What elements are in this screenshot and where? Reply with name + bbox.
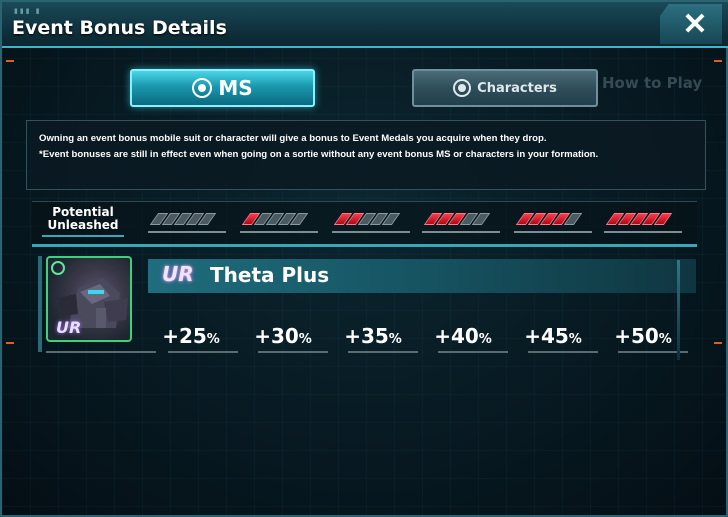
description-line: Owning an event bonus mobile suit or cha… (39, 133, 547, 144)
stage-underline (240, 231, 318, 233)
potential-slashes (240, 213, 320, 225)
crosshair-icon (453, 79, 472, 97)
bonus-underline (168, 351, 238, 353)
potential-label-underline (42, 235, 124, 237)
potential-stage (422, 213, 502, 235)
title-bar: ▮▮▮ ▮ Event Bonus Details (2, 2, 728, 48)
rarity-badge: UR (56, 318, 82, 337)
potential-stage (332, 213, 412, 235)
potential-label-line2: Unleashed (47, 218, 119, 232)
potential-label: Potential Unleashed (42, 206, 124, 232)
potential-slashes (332, 213, 412, 225)
potential-stage (604, 213, 684, 235)
potential-stage (514, 213, 594, 235)
rarity-icon: UR (162, 262, 194, 286)
row-edge (677, 260, 680, 360)
bonus-value: +40% (424, 324, 502, 348)
element-icon (51, 261, 65, 275)
frame-marker (6, 342, 14, 344)
stage-underline (604, 231, 682, 233)
bonus-number: +35 (344, 324, 389, 348)
bonus-number: +45 (524, 324, 569, 348)
description-note: *Event bonuses are still in effect even … (39, 149, 599, 160)
potential-stage (240, 213, 320, 235)
bonus-unit: % (298, 332, 312, 347)
bonus-underline (258, 351, 328, 353)
title-decoration: ▮▮▮ ▮ (14, 7, 42, 15)
potential-slashes (604, 213, 684, 225)
bonus-unit: % (388, 332, 402, 347)
close-icon: ✕ (682, 7, 708, 41)
bonus-value: +30% (244, 324, 322, 348)
bonus-unit: % (478, 332, 492, 347)
bonus-number: +25 (162, 324, 207, 348)
bonus-number: +30 (254, 324, 299, 348)
frame-marker (714, 342, 722, 344)
tab-ms[interactable]: MS (130, 69, 315, 107)
bonus-unit: % (658, 332, 672, 347)
bonus-number: +40 (434, 324, 479, 348)
frame-marker (714, 60, 722, 62)
stage-underline (514, 231, 592, 233)
close-button[interactable]: ✕ (660, 4, 722, 44)
bonus-value: +25% (152, 324, 230, 348)
bonus-underline (528, 351, 598, 353)
tab-ms-label: MS (218, 76, 253, 100)
event-bonus-dialog: ▮▮▮ ▮ Event Bonus Details ✕ MS Character… (0, 0, 728, 517)
potential-slashes (422, 213, 502, 225)
bonus-unit: % (568, 332, 582, 347)
how-to-play-link[interactable]: How to Play (602, 74, 702, 92)
tab-characters-label: Characters (477, 80, 557, 96)
unit-portrait[interactable]: UR (46, 256, 132, 342)
bonus-number: +50 (614, 324, 659, 348)
unit-name: Theta Plus (210, 263, 330, 287)
bonus-value: +45% (514, 324, 592, 348)
bonus-value: +50% (604, 324, 682, 348)
bonus-underline (438, 351, 508, 353)
potential-stage (148, 213, 228, 235)
bonus-value: +35% (334, 324, 412, 348)
dialog-title: Event Bonus Details (12, 17, 227, 39)
description-box: Owning an event bonus mobile suit or cha… (26, 120, 706, 190)
potential-slashes (514, 213, 594, 225)
stage-underline (332, 231, 410, 233)
tab-characters[interactable]: Characters (412, 69, 598, 107)
row-divider (46, 351, 156, 353)
crosshair-icon (192, 78, 213, 98)
stage-underline (148, 231, 226, 233)
row-frame (38, 256, 42, 352)
potential-slashes (148, 213, 228, 225)
frame-marker (6, 60, 14, 62)
stage-underline (422, 231, 500, 233)
bonus-unit: % (206, 332, 220, 347)
bonus-underline (348, 351, 418, 353)
